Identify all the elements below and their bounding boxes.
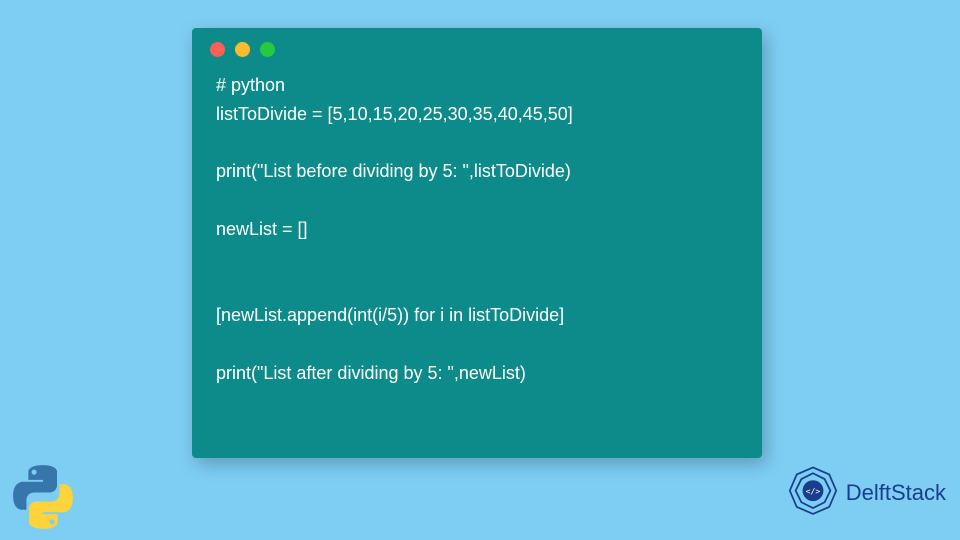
code-line [216,273,738,302]
code-line [216,330,738,359]
code-line: newList = [] [216,215,738,244]
code-line [216,129,738,158]
svg-text:</>: </> [805,486,820,496]
traffic-light-minimize-icon [235,42,250,57]
code-block: # pythonlistToDivide = [5,10,15,20,25,30… [192,65,762,406]
code-line: print("List after dividing by 5: ",newLi… [216,359,738,388]
code-line [216,244,738,273]
traffic-light-maximize-icon [260,42,275,57]
traffic-light-close-icon [210,42,225,57]
traffic-lights [192,28,762,65]
python-logo-icon [8,462,78,532]
delftstack-label: DelftStack [846,480,946,506]
delftstack-logo-icon: </> [784,464,842,522]
code-line [216,186,738,215]
code-line: [newList.append(int(i/5)) for i in listT… [216,301,738,330]
code-line: listToDivide = [5,10,15,20,25,30,35,40,4… [216,100,738,129]
code-window: # pythonlistToDivide = [5,10,15,20,25,30… [192,28,762,458]
delftstack-branding: </> DelftStack [784,464,946,522]
code-line: # python [216,71,738,100]
code-line: print("List before dividing by 5: ",list… [216,157,738,186]
